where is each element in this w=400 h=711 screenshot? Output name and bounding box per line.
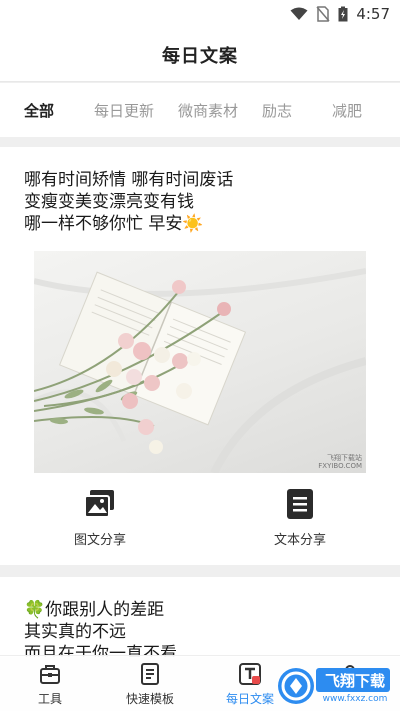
text-share-label: 文本分享 <box>273 533 326 548</box>
text-share-button[interactable]: 文本分享 <box>200 487 400 557</box>
nav-tools[interactable]: 工具 <box>0 656 100 711</box>
watermark-domain: www.fxxz.com <box>322 694 388 704</box>
nav-templates-label: 快速模板 <box>125 692 174 706</box>
nav-templates[interactable]: 快速模板 <box>100 656 200 711</box>
watermark-text: 飞翔下载 <box>324 672 385 690</box>
image-watermark: 飞翔下载站 FXYIBO.COM <box>318 454 362 470</box>
post-card: 哪有时间矫情 哪有时间废话 变瘦变美变漂亮变有钱 哪一样不够你忙 早安☀️ 飞翔… <box>0 147 400 565</box>
tab-all[interactable]: 全部 <box>0 100 70 121</box>
post-line: 其实真的不远 <box>24 622 126 642</box>
battery-charging-icon <box>338 6 348 22</box>
post-line: 变瘦变美变漂亮变有钱 <box>24 192 194 212</box>
image-share-icon <box>84 490 114 518</box>
app-bar: 每日文案 <box>0 28 400 82</box>
daily-copy-icon <box>239 663 261 685</box>
tab-inspiration[interactable]: 励志 <box>238 100 308 121</box>
clock: 4:57 <box>356 5 390 23</box>
image-share-button[interactable]: 图文分享 <box>0 487 200 557</box>
post-actions: 图文分享 文本分享 <box>0 487 400 557</box>
nav-tools-label: 工具 <box>37 692 62 706</box>
tab-weight-loss[interactable]: 减肥 <box>308 100 378 121</box>
category-tabs: 全部 每日更新 微商素材 励志 减肥 <box>0 83 400 137</box>
post-card: 🍀你跟别人的差距 其实真的不远 而且在于你一直不看 <box>0 577 400 657</box>
post-image[interactable]: 飞翔下载站 FXYIBO.COM <box>34 251 366 473</box>
image-share-label: 图文分享 <box>73 533 126 548</box>
post-line: 🍀你跟别人的差距 <box>24 600 165 620</box>
post-text: 🍀你跟别人的差距 其实真的不远 而且在于你一直不看 <box>0 577 400 657</box>
text-share-icon <box>287 489 313 519</box>
tab-daily-update[interactable]: 每日更新 <box>70 100 154 121</box>
tab-wechat-material[interactable]: 微商素材 <box>154 100 238 121</box>
no-sim-icon <box>316 6 330 22</box>
template-icon <box>141 663 159 685</box>
page-title: 每日文案 <box>162 45 238 67</box>
nav-daily-copy-label: 每日文案 <box>225 692 274 706</box>
post-text: 哪有时间矫情 哪有时间废话 变瘦变美变漂亮变有钱 哪一样不够你忙 早安☀️ <box>0 147 400 235</box>
post-line: 哪有时间矫情 哪有时间废话 <box>24 170 234 190</box>
flowers-book-illustration <box>34 268 366 473</box>
post-line: 哪一样不够你忙 早安☀️ <box>24 214 204 234</box>
site-watermark-logo: 飞翔下载 www.fxxz.com <box>276 664 394 708</box>
toolbox-icon <box>40 665 60 684</box>
wifi-icon <box>290 7 308 20</box>
status-bar: 4:57 <box>0 0 400 28</box>
